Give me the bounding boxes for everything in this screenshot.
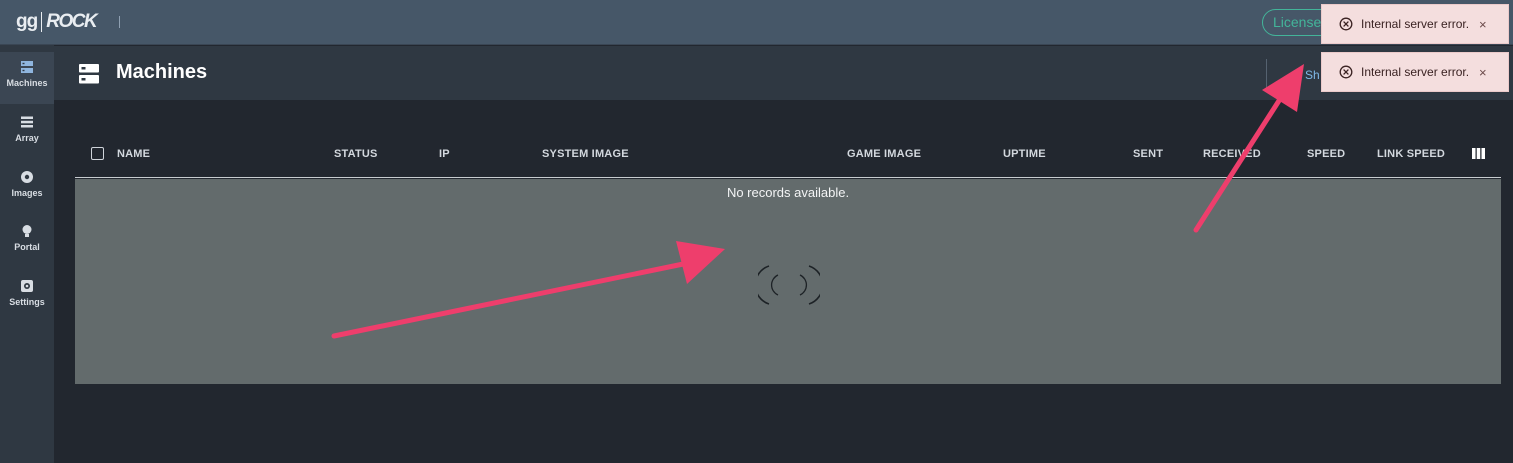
disc-icon [21, 171, 33, 183]
column-header-system-image[interactable]: SYSTEM IMAGE [542, 148, 629, 160]
column-header-link-speed[interactable]: LINK SPEED [1377, 148, 1445, 160]
error-toast: Internal server error. × [1321, 52, 1509, 92]
show-link[interactable]: Sh [1305, 68, 1320, 82]
error-toast: Internal server error. × [1321, 4, 1509, 44]
column-header-speed[interactable]: SPEED [1307, 148, 1345, 160]
page-header: Machines Sh [54, 46, 1513, 100]
page-title: Machines [116, 61, 208, 83]
logo-rock: ROCK [46, 11, 97, 32]
gear-icon [21, 280, 33, 292]
table-body: No records available. [75, 179, 1501, 384]
server-icon [21, 61, 33, 73]
toast-message: Internal server error. [1361, 65, 1470, 79]
sidebar-item-images[interactable]: Images [0, 162, 54, 214]
sidebar-item-label: Array [15, 133, 39, 143]
toast-message: Internal server error. [1361, 17, 1470, 31]
column-header-ip[interactable]: IP [439, 148, 450, 160]
columns-icon[interactable] [1472, 148, 1485, 159]
sidebar-item-array[interactable]: Array [0, 107, 54, 159]
select-all-checkbox[interactable] [91, 147, 104, 160]
column-header-received[interactable]: RECEIVED [1203, 148, 1261, 160]
sidebar-item-machines[interactable]: Machines [0, 52, 54, 104]
logo-gg: gg [16, 11, 38, 32]
top-bar: gg ROCK License [0, 0, 1513, 45]
list-icon [21, 116, 33, 128]
app-logo[interactable]: gg ROCK [16, 10, 98, 34]
header-divider [1266, 59, 1267, 89]
sidebar-item-label: Settings [9, 297, 45, 307]
sidebar: Machines Array Images Portal Settings [0, 45, 54, 463]
bulb-icon [22, 225, 32, 237]
column-header-uptime[interactable]: UPTIME [1003, 148, 1046, 160]
sidebar-item-label: Portal [14, 242, 40, 252]
logo-divider [41, 12, 43, 32]
column-header-sent[interactable]: SENT [1133, 148, 1163, 160]
error-circle-icon [1339, 65, 1353, 79]
sidebar-item-settings[interactable]: Settings [0, 271, 54, 323]
server-icon [79, 64, 99, 84]
close-icon[interactable]: × [1479, 17, 1487, 32]
error-circle-icon [1339, 17, 1353, 31]
column-header-name[interactable]: NAME [117, 148, 150, 160]
empty-message: No records available. [726, 185, 850, 200]
sidebar-item-label: Machines [6, 78, 48, 88]
loading-spinner-icon [758, 265, 820, 305]
topbar-separator [119, 16, 120, 28]
table-header: NAME STATUS IP SYSTEM IMAGE GAME IMAGE U… [75, 140, 1501, 178]
sidebar-item-label: Images [11, 188, 43, 198]
column-header-status[interactable]: STATUS [334, 148, 378, 160]
close-icon[interactable]: × [1479, 65, 1487, 80]
column-header-game-image[interactable]: GAME IMAGE [847, 148, 921, 160]
sidebar-item-portal[interactable]: Portal [0, 216, 54, 268]
